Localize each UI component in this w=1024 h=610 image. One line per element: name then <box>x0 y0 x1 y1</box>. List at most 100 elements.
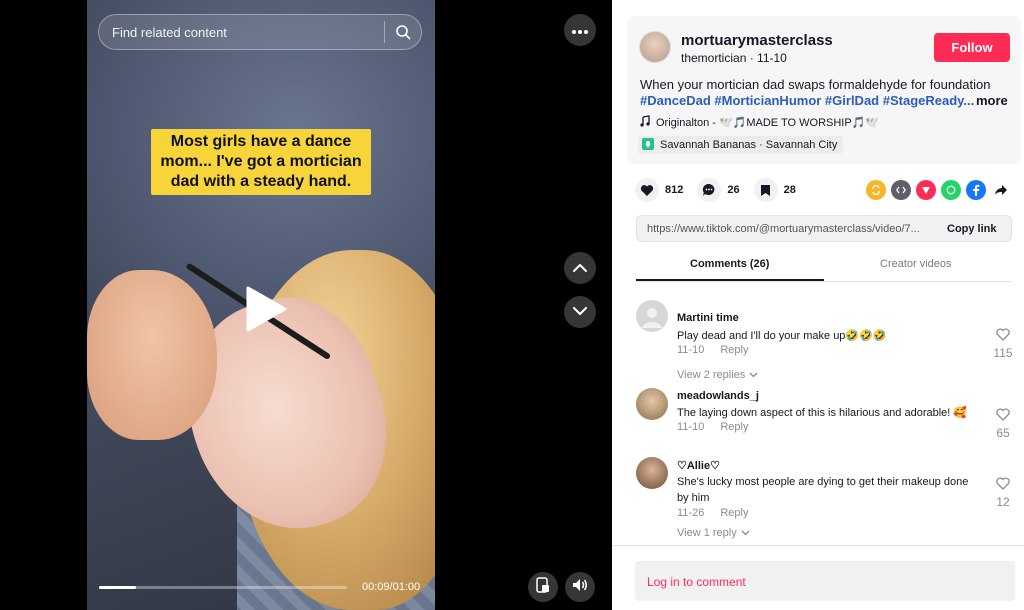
login-to-comment-box[interactable]: Log in to comment <box>635 561 1015 601</box>
repost-icon[interactable] <box>866 180 886 200</box>
comment-text: She's lucky most people are dying to get… <box>677 476 969 504</box>
comment-date: 11-10 <box>677 421 705 433</box>
video-area: Find related content Most girls have a d… <box>0 0 612 610</box>
view-replies-label: View 1 reply <box>677 527 737 539</box>
video-caption: Most girls have a dance mom... I've got … <box>151 129 371 195</box>
floating-player-icon <box>536 576 550 598</box>
heart-outline-icon <box>996 477 1010 494</box>
post-description: When your mortician dad swaps formaldehy… <box>640 77 991 92</box>
comment-date: 11-10 <box>677 344 705 356</box>
search-icon[interactable] <box>385 14 421 50</box>
comment-count: 26 <box>727 184 740 196</box>
video-link-text: https://www.tiktok.com/@mortuarymastercl… <box>647 223 920 235</box>
progress-fill <box>99 586 137 589</box>
comment-list: Martini time Play dead and I'll do your … <box>612 290 1024 550</box>
post-info-card: mortuarymasterclass themortician · 11-10… <box>627 16 1021 164</box>
like-action[interactable]: 812 <box>635 178 683 202</box>
comment-meta: 11-10 Reply <box>677 344 748 356</box>
next-video-button[interactable] <box>564 296 596 328</box>
view-replies-label: View 2 replies <box>677 369 746 381</box>
comment-date: 11-26 <box>677 507 705 519</box>
comment-text: The laying down aspect of this is hilari… <box>677 407 968 419</box>
send-icon[interactable] <box>916 180 936 200</box>
volume-button[interactable] <box>565 572 595 602</box>
commenter-avatar[interactable] <box>636 457 668 489</box>
comment-like-count: 115 <box>993 346 1013 360</box>
music-title: Originalton - 🕊️🎵MADE TO WORSHIP🎵🕊️ <box>656 117 880 129</box>
more-dots-icon <box>572 21 588 39</box>
post-date: 11-10 <box>757 51 787 65</box>
view-replies-button[interactable]: View 2 replies <box>677 369 758 381</box>
video-link-box[interactable]: https://www.tiktok.com/@mortuarymastercl… <box>636 215 1012 242</box>
comment-like[interactable]: 12 <box>991 477 1015 509</box>
comment-item: Martini time Play dead and I'll do your … <box>636 300 1016 390</box>
related-search-box[interactable]: Find related content <box>98 14 422 50</box>
save-action[interactable]: 28 <box>753 178 796 202</box>
heart-icon <box>635 178 659 202</box>
app-root: Find related content Most girls have a d… <box>0 0 1024 610</box>
previous-video-button[interactable] <box>564 252 596 284</box>
login-to-comment-label: Log in to comment <box>647 575 746 589</box>
more-options-button[interactable] <box>564 14 596 46</box>
bookmark-icon <box>753 178 778 202</box>
copy-link-button[interactable]: Copy link <box>947 223 997 235</box>
comment-text: Play dead and I'll do your make up🤣🤣🤣 <box>677 330 887 342</box>
reply-button[interactable]: Reply <box>720 507 748 519</box>
location-chip[interactable]: Savannah Bananas · Savannah City <box>638 136 844 154</box>
tab-comments[interactable]: Comments (26) <box>690 258 769 270</box>
like-count: 812 <box>665 184 684 196</box>
comment-like-count: 12 <box>996 495 1010 509</box>
author-subline: themortician · 11-10 <box>681 51 787 65</box>
comment-username[interactable]: meadowlands_j <box>677 390 759 402</box>
author-nickname: themortician <box>681 51 747 65</box>
location-pin-icon <box>642 137 654 153</box>
side-panel: mortuarymasterclass themortician · 11-10… <box>612 0 1024 610</box>
share-row <box>866 180 1011 200</box>
tab-bar: Comments (26) Creator videos <box>636 252 1012 282</box>
embed-icon[interactable] <box>891 180 911 200</box>
commenter-avatar[interactable] <box>636 300 668 332</box>
action-bar: 812 26 28 <box>635 178 810 202</box>
comment-like[interactable]: 65 <box>991 408 1015 440</box>
search-placeholder: Find related content <box>112 24 227 40</box>
chevron-down-icon <box>749 369 758 381</box>
time-display: 00:09/01:00 <box>362 581 421 593</box>
more-link[interactable]: more <box>976 93 1008 108</box>
heart-outline-icon <box>996 408 1010 425</box>
active-tab-indicator <box>636 279 824 281</box>
tab-creator-videos[interactable]: Creator videos <box>880 258 952 270</box>
reply-button[interactable]: Reply <box>720 421 748 433</box>
view-replies-button[interactable]: View 1 reply <box>677 527 750 539</box>
comment-footer: Log in to comment <box>612 545 1024 610</box>
commenter-avatar[interactable] <box>636 388 668 420</box>
chevron-down-icon <box>573 303 587 321</box>
music-note-icon <box>640 115 650 130</box>
facebook-icon[interactable] <box>966 180 986 200</box>
comment-item: meadowlands_j The laying down aspect of … <box>636 388 1016 458</box>
video-hand <box>87 270 217 440</box>
comment-like[interactable]: 115 <box>991 328 1015 360</box>
whatsapp-icon[interactable] <box>941 180 961 200</box>
heart-outline-icon <box>996 328 1010 345</box>
chevron-down-icon <box>741 527 750 539</box>
floating-player-button[interactable] <box>528 572 558 602</box>
follow-button[interactable]: Follow <box>934 33 1010 62</box>
author-avatar[interactable] <box>639 31 671 63</box>
volume-icon <box>572 578 588 597</box>
comment-meta: 11-26 Reply <box>677 507 748 519</box>
comment-action[interactable]: 26 <box>697 178 740 202</box>
music-row[interactable]: Originalton - 🕊️🎵MADE TO WORSHIP🎵🕊️ <box>640 115 879 130</box>
chevron-up-icon <box>573 259 587 277</box>
comment-like-count: 65 <box>996 426 1010 440</box>
comment-meta: 11-10 Reply <box>677 421 748 433</box>
reply-button[interactable]: Reply <box>720 344 748 356</box>
share-arrow-icon[interactable] <box>991 180 1011 200</box>
comment-icon <box>697 178 722 202</box>
comment-username[interactable]: Martini time <box>677 312 739 324</box>
play-icon[interactable] <box>240 284 290 334</box>
post-hashtags[interactable]: #DanceDad #MorticianHumor #GirlDad #Stag… <box>640 93 1012 108</box>
author-username[interactable]: mortuarymasterclass <box>681 32 833 49</box>
progress-bar[interactable] <box>99 586 347 589</box>
save-count: 28 <box>783 184 796 196</box>
comment-username[interactable]: ♡Allie♡ <box>677 459 720 472</box>
